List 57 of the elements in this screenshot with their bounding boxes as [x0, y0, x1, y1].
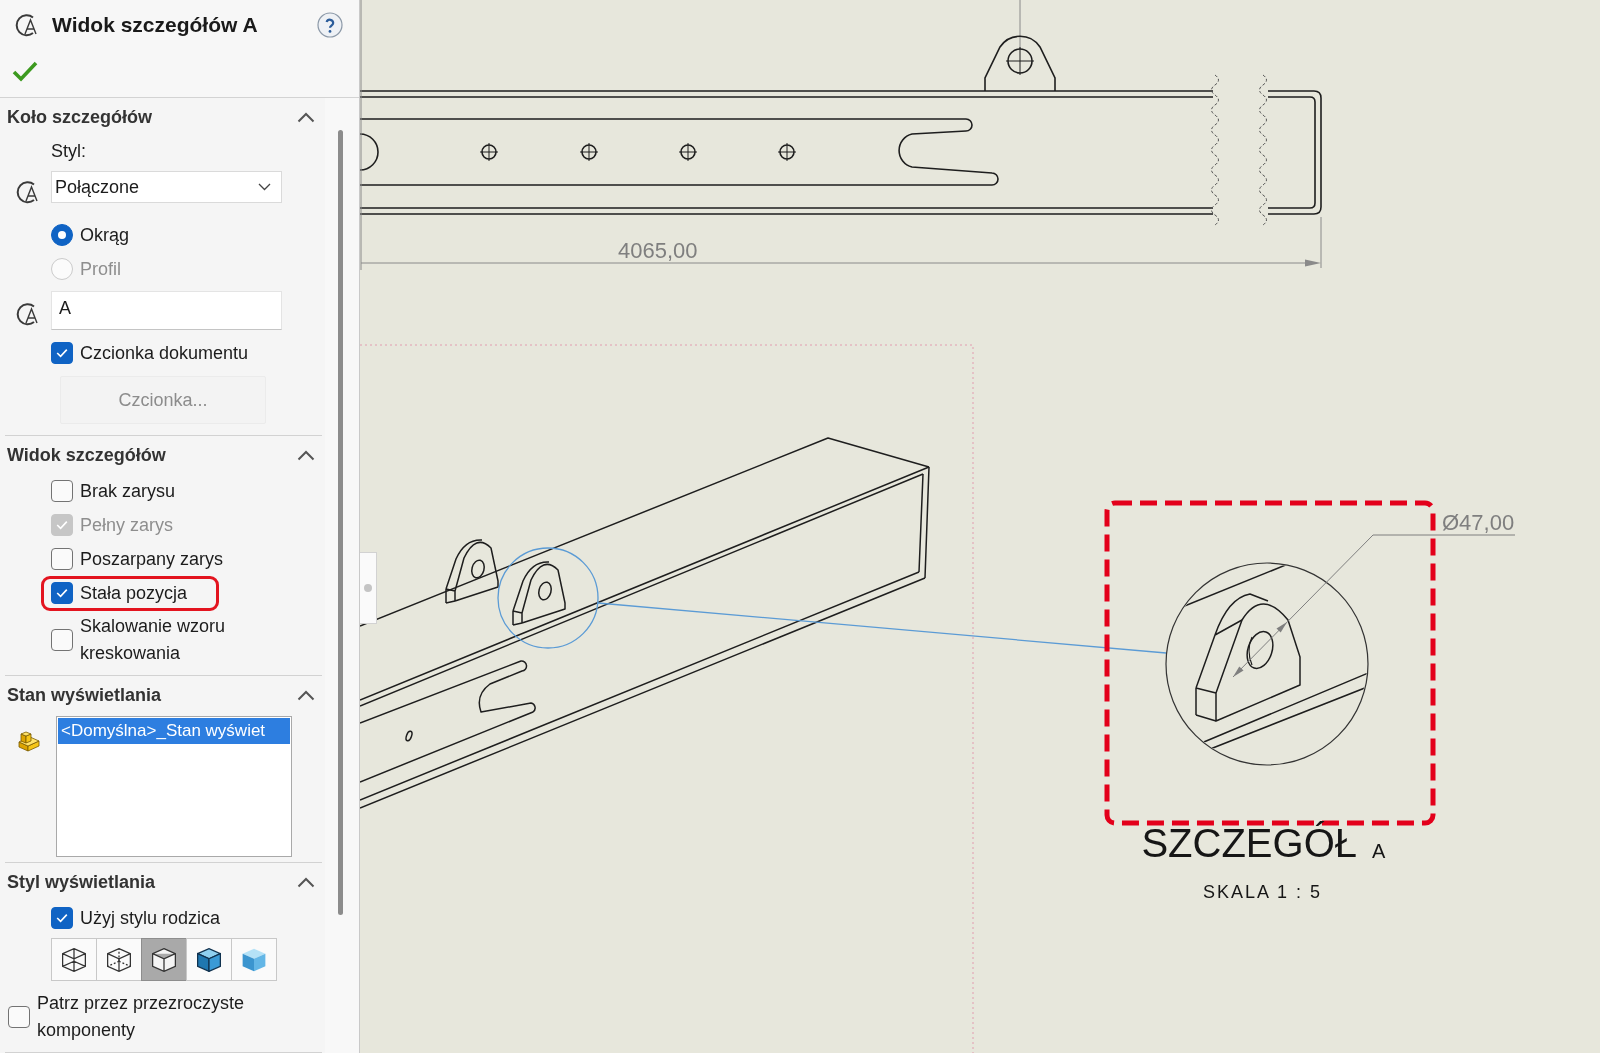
- checkbox-label[interactable]: Użyj stylu rodzica: [80, 904, 221, 932]
- panel-collapse-handle[interactable]: [360, 552, 377, 624]
- detail-view-letter: A: [1372, 840, 1386, 862]
- chevron-up-icon[interactable]: [297, 111, 315, 123]
- help-icon[interactable]: [317, 12, 343, 38]
- section-title: Stan wyświetlania: [7, 684, 162, 706]
- diameter-dimension-text: Ø47,00: [1442, 510, 1515, 535]
- wireframe-cube-icon: [62, 947, 86, 972]
- panel-title: Widok szczegółów A: [52, 13, 259, 37]
- checkbox-label[interactable]: Stała pozycja: [80, 579, 188, 607]
- checkbox-label[interactable]: Czcionka dokumentu: [80, 339, 249, 367]
- center-line: [1019, 0, 1021, 50]
- checkbox[interactable]: [51, 629, 73, 651]
- checkbox[interactable]: [51, 582, 73, 604]
- checkbox[interactable]: [51, 907, 73, 929]
- checkbox[interactable]: [51, 480, 73, 502]
- checkmark-icon: [56, 520, 68, 530]
- shaded-cube-icon: [242, 947, 266, 972]
- text-field[interactable]: A: [51, 291, 282, 330]
- checkbox[interactable]: [51, 342, 73, 364]
- display-style-button[interactable]: [141, 938, 187, 981]
- cube-outline-icon: [152, 947, 176, 972]
- scrollbar[interactable]: [338, 130, 343, 915]
- section-title: Widok szczegółów: [7, 444, 166, 466]
- chevron-down-icon: [258, 183, 271, 191]
- checkbox-label[interactable]: Brak zarysu: [80, 477, 176, 505]
- section-title: Styl wyświetlania: [7, 871, 156, 893]
- chevron-up-icon[interactable]: [297, 449, 315, 461]
- checkbox[interactable]: [8, 1006, 30, 1028]
- checkmark-icon: [56, 913, 68, 923]
- section-title: Koło szczegółów: [7, 106, 152, 128]
- checkmark-icon: [56, 348, 68, 358]
- checkbox-label[interactable]: Patrz przez przezroczyste komponenty: [37, 990, 259, 1044]
- checkbox-label[interactable]: Poszarpany zarys: [80, 545, 224, 573]
- list-item[interactable]: <Domyślna>_Stan wyświet: [58, 718, 290, 744]
- scale-label: SKALA 1 : 5: [1203, 882, 1323, 902]
- chevron-up-icon[interactable]: [297, 876, 315, 888]
- radio-label[interactable]: Okrąg: [80, 221, 130, 249]
- radio-button[interactable]: [51, 224, 73, 246]
- checkbox-label[interactable]: Skalowanie wzoru kreskowania: [80, 613, 302, 667]
- checkmark-icon[interactable]: [12, 60, 38, 82]
- detail-circle-icon: [15, 179, 41, 205]
- dimension-text: 4065,00: [618, 238, 698, 263]
- display-style-button[interactable]: [96, 938, 142, 981]
- grip-dot-icon: [364, 584, 372, 592]
- detail-circle-icon: [15, 301, 41, 327]
- shaded-cube-edges-icon: [197, 947, 221, 972]
- display-style-button[interactable]: [51, 938, 97, 981]
- dashed-cube-icon: [107, 947, 131, 972]
- detail-circle-icon: [14, 12, 40, 38]
- style-dropdown[interactable]: Połączone: [51, 171, 282, 203]
- chevron-up-icon[interactable]: [297, 689, 315, 701]
- display-style-button[interactable]: [186, 938, 232, 981]
- detail-view-title: SZCZEGÓŁ: [1141, 821, 1357, 865]
- field-label: Styl:: [51, 139, 86, 163]
- checkmark-icon: [56, 588, 68, 598]
- checkbox[interactable]: [51, 548, 73, 570]
